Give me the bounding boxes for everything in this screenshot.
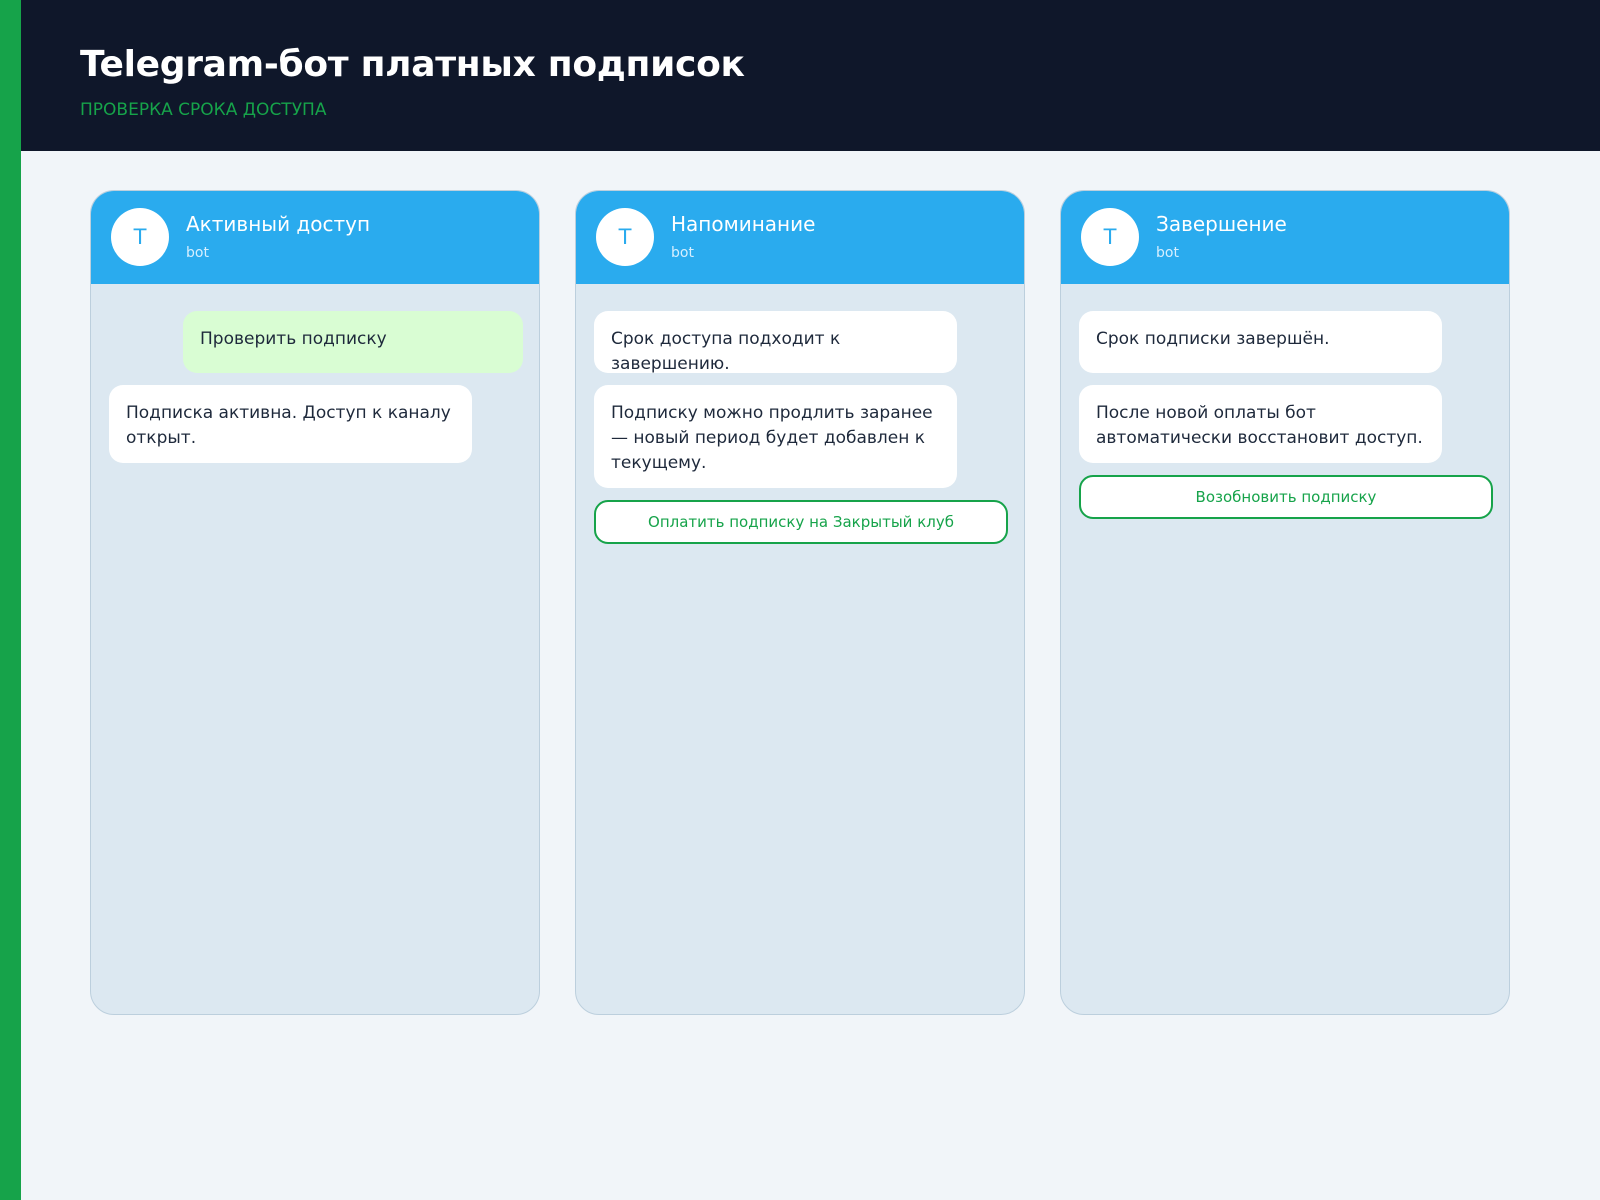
renew-subscription-button[interactable]: Возобновить подписку	[1079, 475, 1493, 519]
chat-panel-reminder: T Напоминание bot Срок доступа подходит …	[575, 190, 1025, 1015]
incoming-message: Срок подписки завершён.	[1079, 311, 1442, 373]
chat-status: bot	[671, 245, 694, 261]
accent-bar	[0, 0, 21, 1200]
chat-panel-active: T Активный доступ bot Проверить подписку…	[90, 190, 540, 1015]
page-subtitle: ПРОВЕРКА СРОКА ДОСТУПА	[80, 100, 327, 120]
chat-name: Активный доступ	[186, 212, 371, 236]
chat-status: bot	[186, 245, 209, 261]
bot-avatar: T	[111, 208, 169, 266]
chat-name: Напоминание	[671, 212, 816, 236]
chat-header: T Напоминание bot	[576, 191, 1024, 284]
bot-avatar: T	[1081, 208, 1139, 266]
incoming-message: Подписка активна. Доступ к каналу открыт…	[109, 385, 472, 463]
chat-status: bot	[1156, 245, 1179, 261]
chat-name: Завершение	[1156, 212, 1287, 236]
incoming-message: Подписку можно продлить заранее — новый …	[594, 385, 957, 488]
page-header: Telegram-бот платных подписок ПРОВЕРКА С…	[21, 0, 1600, 151]
pay-subscription-button[interactable]: Оплатить подписку на Закрытый клуб	[594, 500, 1008, 544]
incoming-message: После новой оплаты бот автоматически вос…	[1079, 385, 1442, 463]
page-title: Telegram-бот платных подписок	[80, 44, 745, 85]
chat-header: T Активный доступ bot	[91, 191, 539, 284]
bot-avatar: T	[596, 208, 654, 266]
incoming-message: Срок доступа подходит к завершению.	[594, 311, 957, 374]
outgoing-message: Проверить подписку	[183, 311, 523, 373]
chat-panel-expired: T Завершение bot Срок подписки завершён.…	[1060, 190, 1510, 1015]
chat-header: T Завершение bot	[1061, 191, 1509, 284]
